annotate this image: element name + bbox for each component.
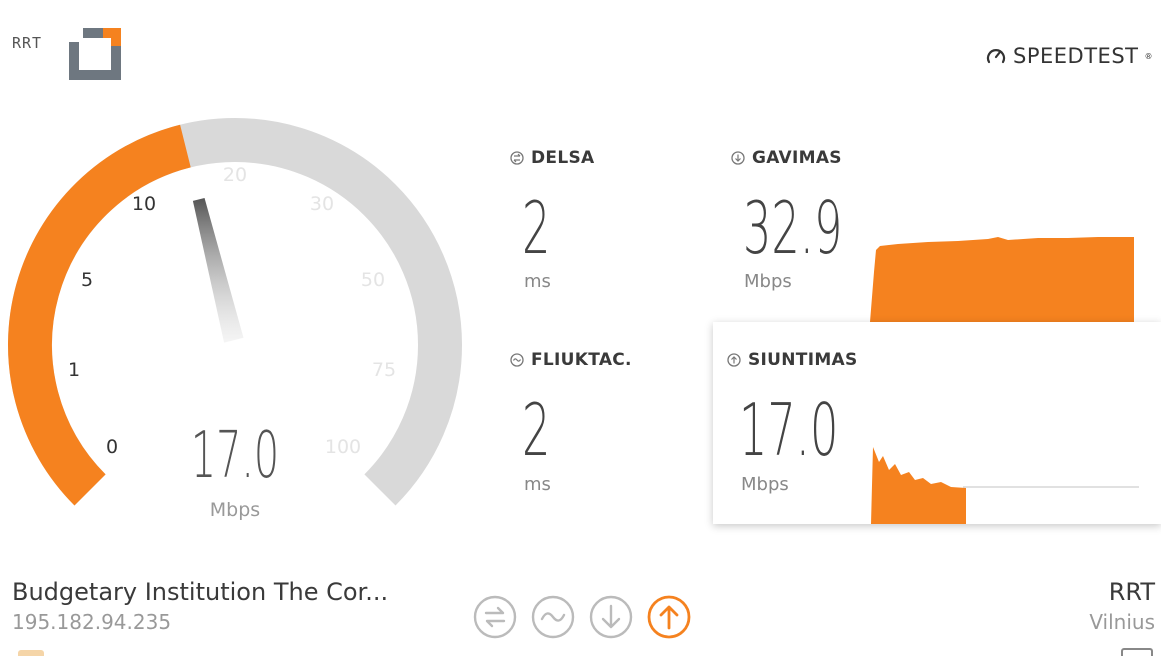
gauge-unit: Mbps: [210, 499, 260, 521]
isp-city: Vilnius: [1089, 610, 1155, 634]
upload-graph: [871, 447, 1139, 524]
registered-mark: ®: [1144, 51, 1153, 61]
ping-label: DELSA: [510, 148, 594, 168]
server-ip: 195.182.94.235: [12, 610, 172, 634]
gauge-tick-label: 0: [106, 436, 118, 458]
ping-label-text: DELSA: [531, 148, 595, 168]
gauge-tick-label: 20: [223, 164, 247, 186]
upload-card: SIUNTIMAS 17.0 Mbps: [713, 322, 1161, 524]
jitter-value: 2: [522, 388, 551, 472]
speed-gauge: 0 1 5 10 20 30 50 75 100 17.0 Mbps: [8, 118, 462, 521]
gauge-tick-label: 30: [310, 193, 334, 215]
ping-unit: ms: [524, 271, 551, 292]
upload-unit: Mbps: [741, 474, 789, 495]
gauge-tick-label: 75: [372, 359, 396, 381]
jitter-icon: [510, 353, 524, 367]
upload-step-icon: [647, 595, 691, 639]
gauge-tick-label: 50: [361, 269, 385, 291]
gauge-tick-label: 10: [132, 193, 156, 215]
download-label: GAVIMAS: [731, 148, 842, 168]
ping-icon: [510, 151, 524, 165]
gauge-value: 17.0: [191, 418, 279, 493]
result-badge-icon[interactable]: [18, 650, 44, 656]
gauge-tick-label: 5: [81, 269, 93, 291]
upload-label: SIUNTIMAS: [727, 350, 858, 370]
isp-name[interactable]: RRT: [1109, 578, 1155, 606]
rrt-logo: RRT: [12, 28, 122, 82]
speedometer-icon: [986, 49, 1006, 64]
jitter-label-text: FLIUKTAC.: [531, 350, 632, 370]
upload-icon: [727, 353, 741, 367]
logo-mark-icon: [69, 28, 121, 80]
upload-label-text: SIUNTIMAS: [748, 350, 858, 370]
brand-name: SPEEDTEST: [1013, 44, 1139, 68]
jitter-step-icon: [531, 595, 575, 639]
jitter-unit: ms: [524, 474, 551, 495]
download-value: 32.9: [743, 186, 843, 270]
ping-value: 2: [522, 186, 551, 270]
share-icon[interactable]: [1121, 648, 1153, 656]
download-icon: [731, 151, 745, 165]
download-step-icon: [589, 595, 633, 639]
upload-value: 17.0: [739, 388, 839, 472]
jitter-label: FLIUKTAC.: [510, 350, 632, 370]
gauge-tick-label: 1: [68, 359, 80, 381]
gauge-tick-label: 100: [325, 436, 361, 458]
ping-step-icon: [473, 595, 517, 639]
server-name[interactable]: Budgetary Institution The Cor...: [12, 578, 388, 606]
download-label-text: GAVIMAS: [752, 148, 842, 168]
logo-text: RRT: [12, 34, 43, 52]
gauge-needle: [192, 198, 244, 343]
speedtest-brand[interactable]: SPEEDTEST ®: [985, 44, 1153, 68]
download-unit: Mbps: [744, 271, 792, 292]
test-steps: [472, 594, 692, 640]
download-graph: [870, 237, 1134, 322]
